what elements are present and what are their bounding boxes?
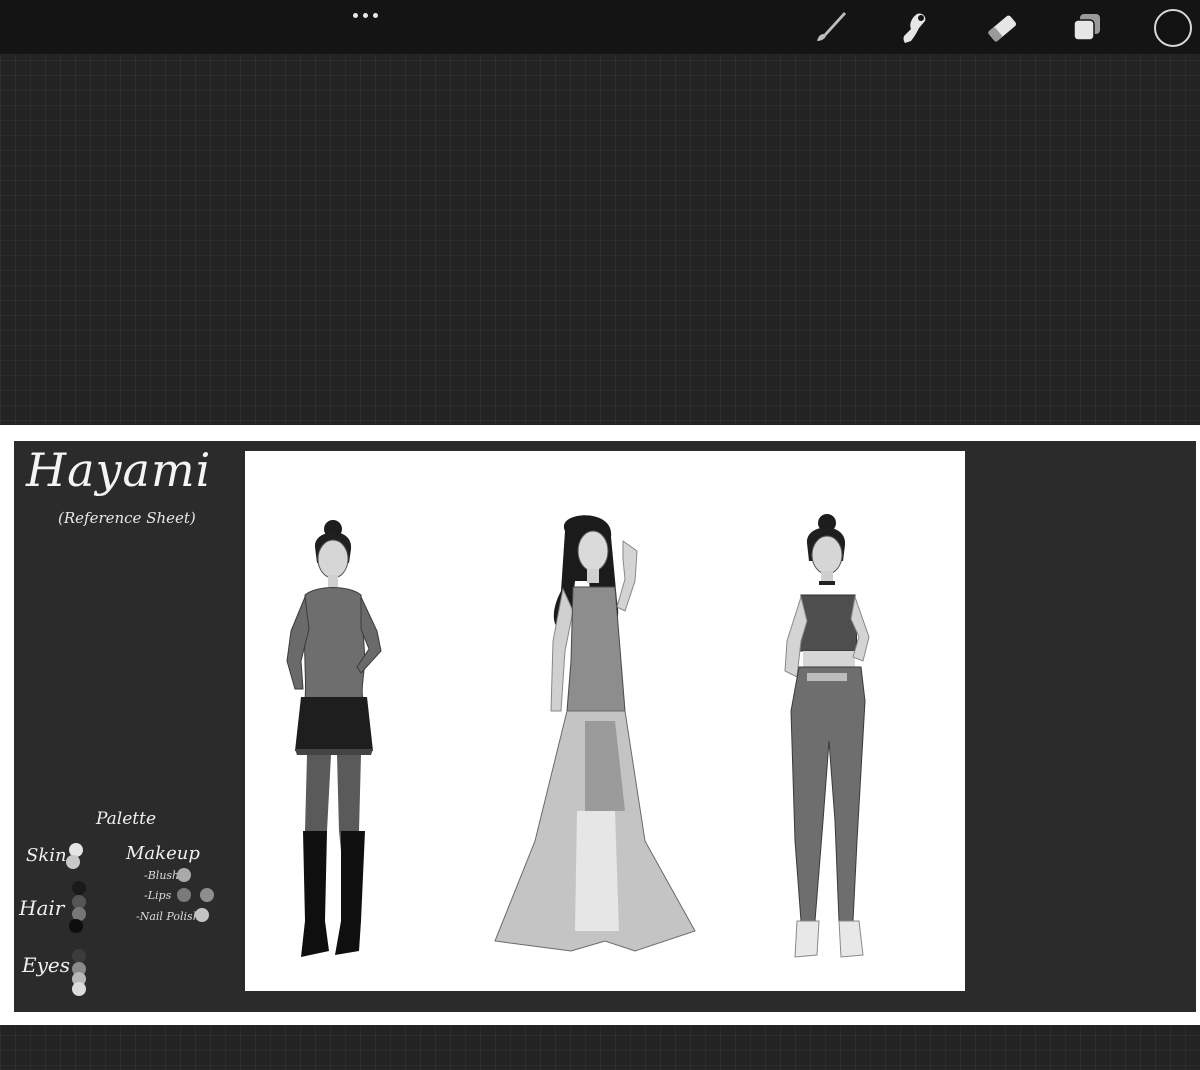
- sheet-title: Hayami: [26, 443, 212, 497]
- lips-label: -Lips: [144, 889, 172, 902]
- figure-crop-top-and-trousers: [745, 511, 905, 981]
- blush-swatch: [177, 868, 191, 882]
- blush-label: -Blush: [144, 869, 180, 882]
- hair-swatch-4: [69, 919, 83, 933]
- eyes-label: Eyes: [22, 953, 70, 977]
- nail-polish-label: -Nail Polish: [136, 910, 200, 923]
- ellipsis-icon[interactable]: [350, 6, 382, 26]
- figure-blouse-and-skirt: [265, 511, 405, 981]
- figure-sheer-gown: [475, 511, 715, 981]
- reference-sheet: Hayami (Reference Sheet) Palette Skin Ha…: [14, 441, 1196, 1012]
- brush-icon[interactable]: [810, 8, 850, 48]
- character-artboard: [245, 451, 965, 991]
- nail-polish-swatch: [195, 908, 209, 922]
- smudge-icon[interactable]: [895, 8, 935, 48]
- sheet-subtitle: (Reference Sheet): [58, 509, 196, 527]
- makeup-label: Makeup: [126, 843, 200, 864]
- skin-label: Skin: [26, 845, 67, 866]
- hair-label: Hair: [19, 896, 65, 920]
- eraser-icon[interactable]: [982, 8, 1022, 48]
- hair-swatch-1: [72, 881, 86, 895]
- color-picker-button[interactable]: [1154, 9, 1192, 47]
- top-toolbar: [0, 0, 1200, 54]
- skin-swatch-2: [66, 855, 80, 869]
- lips-swatch-2: [200, 888, 214, 902]
- palette-title: Palette: [96, 809, 157, 829]
- eye-swatch-4: [72, 982, 86, 996]
- canvas[interactable]: Hayami (Reference Sheet) Palette Skin Ha…: [0, 425, 1200, 1025]
- layers-icon[interactable]: [1067, 8, 1107, 48]
- lips-swatch-1: [177, 888, 191, 902]
- eye-swatch-1: [72, 949, 86, 963]
